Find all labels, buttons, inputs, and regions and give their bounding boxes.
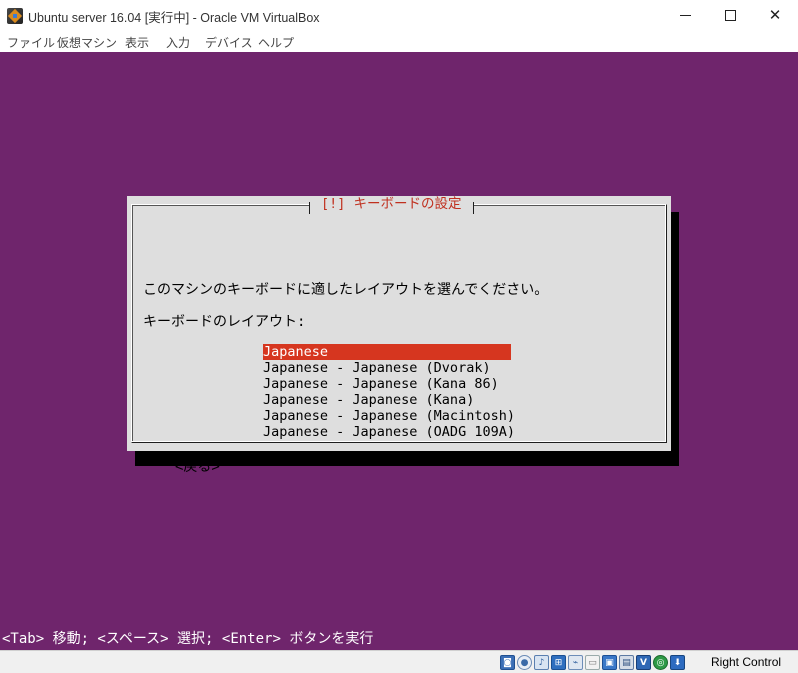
keyboard-capture-icon[interactable]: ⬇ [670, 655, 685, 670]
device-status-icons: ◙ ● ♪ ⊞ ⌁ ▭ ▣ ▤ V ◎ ⬇ [500, 655, 685, 670]
vm-display[interactable]: [!] キーボードの設定 このマシンのキーボードに適したレイアウトを選んでくださ… [0, 52, 798, 650]
host-key-label: Right Control [711, 655, 782, 669]
menu-devices[interactable]: デバイス [205, 34, 253, 51]
network-icon[interactable]: ⊞ [551, 655, 566, 670]
close-icon: ✕ [768, 6, 782, 24]
maximize-icon [724, 10, 736, 21]
minimize-icon [679, 15, 691, 16]
menu-bar: ファイル 仮想マシン 表示 入力 デバイス ヘルプ [0, 31, 798, 52]
optical-drive-icon[interactable]: ● [517, 655, 532, 670]
layout-option-macintosh[interactable]: Japanese - Japanese (Macintosh) [263, 408, 515, 424]
video-capture-icon[interactable]: ▤ [619, 655, 634, 670]
keyboard-layout-list[interactable]: Japanese Japanese - Japanese (Dvorak) Ja… [263, 344, 515, 440]
window-title: Ubuntu server 16.04 [実行中] - Oracle VM Vi… [28, 11, 320, 25]
layout-option-kana[interactable]: Japanese - Japanese (Kana) [263, 392, 511, 408]
layout-option-kana86[interactable]: Japanese - Japanese (Kana 86) [263, 376, 511, 392]
cpu-virtualization-icon[interactable]: V [636, 655, 651, 670]
back-button[interactable]: <戻る> [175, 456, 220, 476]
menu-file[interactable]: ファイル [7, 34, 55, 51]
menu-help[interactable]: ヘルプ [258, 34, 294, 51]
keyboard-config-dialog: [!] キーボードの設定 このマシンのキーボードに適したレイアウトを選んでくださ… [127, 196, 671, 475]
status-bar: ◙ ● ♪ ⊞ ⌁ ▭ ▣ ▤ V ◎ ⬇ Right Control [0, 650, 798, 673]
usb-icon[interactable]: ⌁ [568, 655, 583, 670]
key-help-line: <Tab> 移動; <スペース> 選択; <Enter> ボタンを実行 [2, 631, 374, 647]
maximize-button[interactable] [707, 0, 753, 31]
audio-icon[interactable]: ♪ [534, 655, 549, 670]
mouse-integration-icon[interactable]: ◎ [653, 655, 668, 670]
layout-option-japanese[interactable]: Japanese [263, 344, 511, 360]
window-title-bar[interactable]: Ubuntu server 16.04 [実行中] - Oracle VM Vi… [0, 0, 798, 31]
minimize-button[interactable] [662, 0, 708, 31]
menu-input[interactable]: 入力 [166, 34, 190, 51]
layout-option-oadg109a[interactable]: Japanese - Japanese (OADG 109A) [263, 424, 515, 440]
virtualbox-app-icon [7, 8, 23, 24]
menu-view[interactable]: 表示 [125, 34, 149, 51]
close-button[interactable]: ✕ [752, 0, 798, 31]
shared-folders-icon[interactable]: ▭ [585, 655, 600, 670]
hard-disk-icon[interactable]: ◙ [500, 655, 515, 670]
menu-machine[interactable]: 仮想マシン [57, 34, 117, 51]
layout-list-label: キーボードのレイアウト: [143, 314, 306, 330]
dialog-prompt: このマシンのキーボードに適したレイアウトを選んでください。 [143, 282, 549, 298]
layout-option-dvorak[interactable]: Japanese - Japanese (Dvorak) [263, 360, 511, 376]
display-icon[interactable]: ▣ [602, 655, 617, 670]
dialog-title-text: [!] キーボードの設定 [321, 196, 462, 212]
title-frame-right [472, 202, 474, 214]
title-frame-left [309, 202, 310, 214]
dialog-title: [!] キーボードの設定 [309, 196, 474, 214]
